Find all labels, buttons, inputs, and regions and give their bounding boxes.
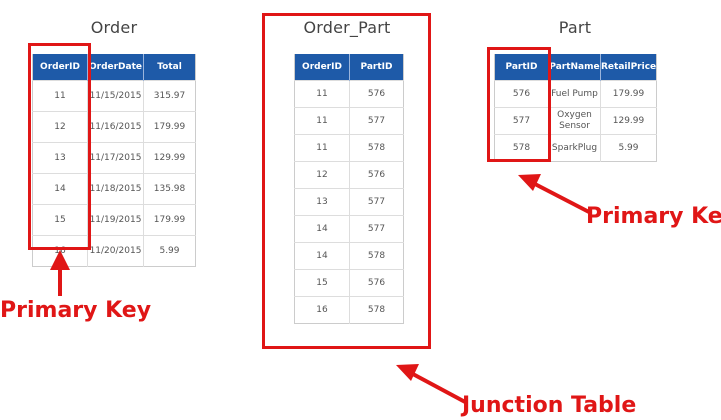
part-primary-key-label: Primary Key: [586, 204, 721, 229]
part-primary-key-arrow-icon: [518, 174, 590, 214]
order-primary-key-arrow-icon: [50, 250, 70, 296]
junction-table-arrow-icon: [396, 364, 468, 405]
order-primary-key-label: Primary Key: [0, 298, 152, 323]
junction-table-label: Junction Table: [462, 393, 637, 418]
